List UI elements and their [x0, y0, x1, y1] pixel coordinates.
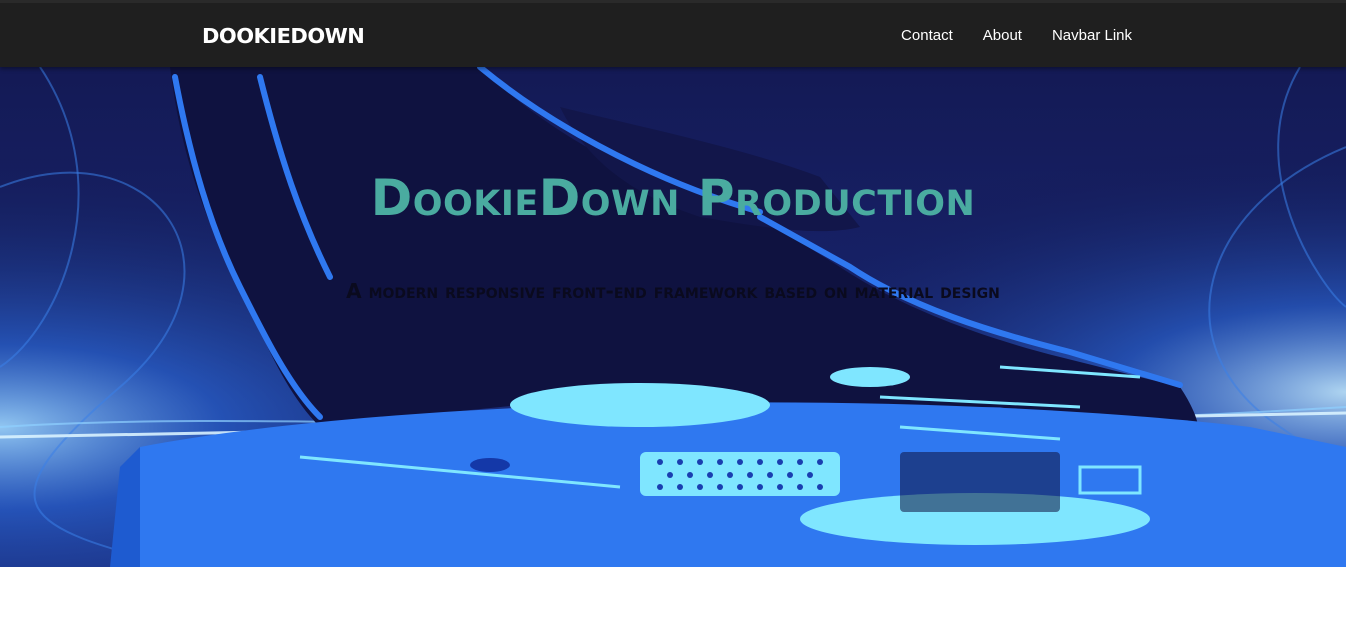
hero-subtitle: A modern responsive front-end framework …	[346, 279, 1000, 303]
brand-logo[interactable]: DookieDown	[202, 17, 365, 50]
navbar: DookieDown Contact About Navbar Link	[0, 0, 1346, 67]
nav-links: Contact About Navbar Link	[901, 3, 1132, 67]
hero-background-image	[0, 67, 1346, 567]
nav-link-about[interactable]: About	[983, 27, 1022, 44]
nav-link-contact[interactable]: Contact	[901, 27, 953, 44]
nav-link-navbar[interactable]: Navbar Link	[1052, 27, 1132, 44]
hero-title: DookieDown Production	[370, 169, 976, 227]
hero-banner: DookieDown Production A modern responsiv…	[0, 67, 1346, 567]
